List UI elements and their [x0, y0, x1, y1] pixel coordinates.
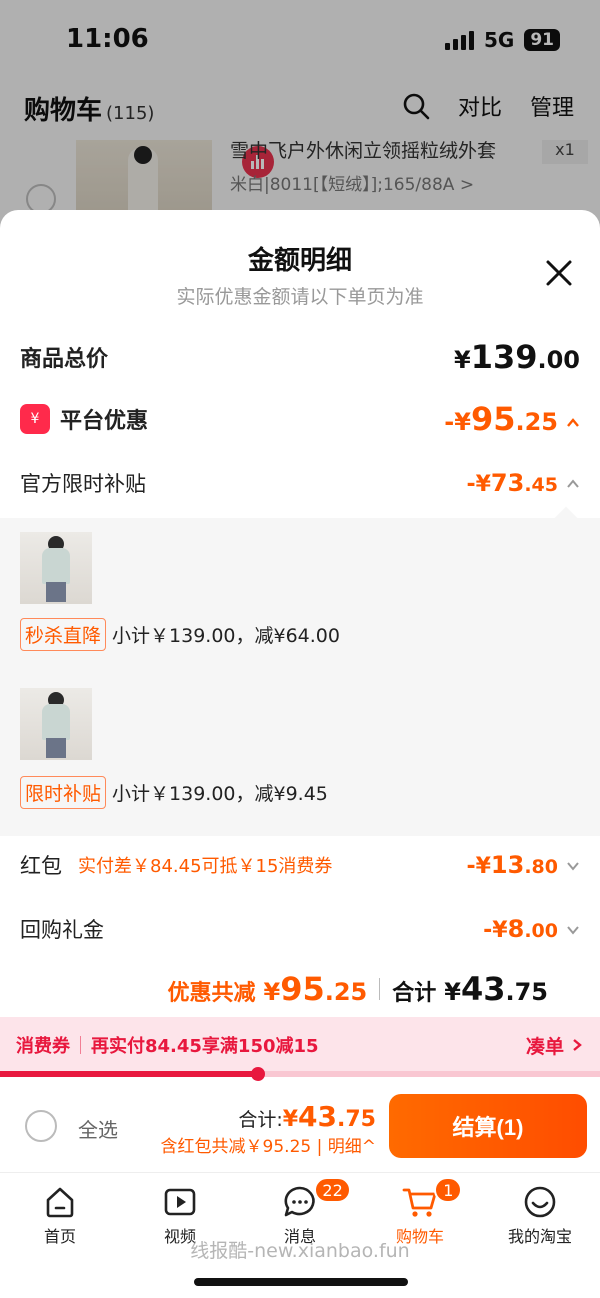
- chevron-down-icon[interactable]: [566, 859, 580, 873]
- item-subtotal: 小计￥139.00，减¥9.45: [112, 783, 328, 805]
- item-model-body: [42, 704, 70, 740]
- coupon-progress-fill: [0, 1071, 258, 1077]
- sheet-subtitle: 实际优惠金额请以下单页为准: [176, 286, 424, 308]
- item-tag: 限时补贴: [20, 776, 107, 809]
- select-all-label[interactable]: 全选: [78, 1114, 118, 1143]
- buyback-row[interactable]: 回购礼金 -¥8.00: [20, 914, 580, 944]
- goods-total-amount: ¥139.00: [454, 338, 580, 376]
- checkout-sum-int: 43: [298, 1100, 338, 1133]
- red-packet-amount: -¥13.80: [466, 851, 580, 879]
- platform-discount-label: 平台优惠: [60, 409, 149, 434]
- platform-prefix: -¥: [444, 408, 471, 436]
- red-packet-row[interactable]: 红包 实付差￥84.45可抵￥15消费券 -¥13.80: [20, 850, 580, 880]
- buyback-amount: -¥8.00: [483, 915, 580, 943]
- checkout-sum-dec: .75: [337, 1107, 376, 1132]
- checkout-sum-currency: ¥: [282, 1107, 299, 1132]
- discount-total-currency: ¥: [263, 978, 281, 1006]
- coupon-progress-dot: [251, 1067, 265, 1081]
- select-all-radio[interactable]: [25, 1110, 57, 1142]
- cart-badge: 1: [434, 1177, 463, 1203]
- red-packet-prefix: -¥: [466, 854, 491, 879]
- totals-summary: 优惠共减 ¥ 95 .25 合计 ¥ 43 .75: [167, 970, 548, 1008]
- checkout-button[interactable]: 结算(1): [389, 1094, 587, 1158]
- item-model-legs: [46, 738, 66, 758]
- goods-total-row: 商品总价 ¥139.00: [20, 338, 580, 376]
- item-thumbnail: [20, 532, 92, 604]
- home-icon: [46, 1187, 74, 1218]
- cart-icon: [402, 1188, 437, 1217]
- official-subsidy-amount: -¥73.45: [466, 469, 580, 497]
- chevron-down-icon[interactable]: [566, 923, 580, 937]
- coupon-info: 消费券 再实付84.45享满150减15: [16, 1032, 319, 1058]
- subsidy-detail-box: 秒杀直降 小计￥139.00，减¥64.00 限时补贴 小计￥139.00，减¥…: [0, 506, 600, 836]
- goods-total-dec: .00: [537, 346, 580, 374]
- checkout-sum-label: 合计:: [238, 1109, 283, 1131]
- item-line: 秒杀直降 小计￥139.00，减¥64.00: [20, 618, 340, 651]
- item-line: 限时补贴 小计￥139.00，减¥9.45: [20, 776, 328, 809]
- buyback-prefix: -¥: [483, 918, 508, 943]
- red-packet-note: 实付差￥84.45可抵￥15消费券: [78, 856, 333, 877]
- grand-total-currency: ¥: [444, 978, 461, 1006]
- sheet-title: 金额明细: [247, 246, 352, 276]
- red-packet-int: 13: [490, 851, 525, 879]
- checkout-discount-detail[interactable]: 含红包共减￥95.25 | 明细^: [161, 1132, 376, 1157]
- coupon-bar[interactable]: 消费券 再实付84.45享满150减15 凑单: [0, 1017, 600, 1073]
- chevron-right-icon: [573, 1039, 582, 1051]
- item-model-legs: [46, 582, 66, 602]
- item-thumbnail: [20, 688, 92, 760]
- add-items-label: 凑单: [525, 1035, 564, 1058]
- coupon-progress-track: [0, 1067, 600, 1081]
- detail-notch: [554, 506, 578, 530]
- checkout-sum: 合计: ¥ 43 .75: [238, 1100, 376, 1133]
- platform-int: 95: [470, 400, 516, 438]
- coupon-divider: [80, 1036, 81, 1054]
- platform-discount-amount: -¥95.25: [444, 400, 580, 438]
- official-subsidy-label: 官方限时补贴: [20, 472, 146, 496]
- messages-badge: 22: [314, 1177, 351, 1203]
- grand-total-label: 合计: [392, 981, 437, 1006]
- buyback-label: 回购礼金: [20, 918, 104, 942]
- official-subsidy-row[interactable]: 官方限时补贴 -¥73.45: [20, 468, 580, 498]
- coupon-text: 再实付84.45享满150减15: [91, 1036, 319, 1057]
- message-icon: [284, 1186, 315, 1217]
- grand-total-dec: .75: [505, 978, 548, 1006]
- platform-dec: .25: [515, 408, 558, 436]
- item-tag: 秒杀直降: [20, 618, 107, 651]
- platform-discount-left: ¥ 平台优惠: [20, 403, 148, 435]
- checkout-bar: 全选 合计: ¥ 43 .75 含红包共减￥95.25 | 明细^ 结算(1): [0, 1084, 600, 1170]
- chevron-up-icon[interactable]: [566, 416, 580, 430]
- close-icon[interactable]: [544, 258, 574, 288]
- item-model-body: [42, 548, 70, 584]
- coupon-label: 消费券: [16, 1036, 70, 1057]
- red-packet-label: 红包: [20, 854, 62, 878]
- red-packet-left: 红包 实付差￥84.45可抵￥15消费券: [20, 850, 332, 880]
- official-dec: .45: [524, 474, 558, 496]
- video-icon: [164, 1188, 196, 1216]
- item-subtotal: 小计￥139.00，减¥64.00: [112, 625, 340, 647]
- amount-detail-sheet: 金额明细 实际优惠金额请以下单页为准 商品总价 ¥139.00 ¥ 平台优惠 -…: [0, 210, 600, 1298]
- goods-total-int: 139: [470, 338, 538, 376]
- official-int: 73: [490, 469, 525, 497]
- official-prefix: -¥: [466, 472, 491, 497]
- total-divider: [379, 978, 381, 1000]
- goods-total-label: 商品总价: [20, 347, 109, 372]
- red-packet-dec: .80: [524, 856, 558, 878]
- grand-total-int: 43: [460, 970, 506, 1008]
- goods-total-currency: ¥: [453, 346, 471, 374]
- discount-total-label: 优惠共减: [167, 981, 256, 1006]
- buyback-int: 8: [507, 915, 525, 943]
- add-items-button[interactable]: 凑单: [526, 1032, 584, 1059]
- watermark-text: 线报酷-new.xianbao.fun: [190, 1240, 410, 1262]
- home-indicator: [194, 1278, 408, 1286]
- platform-coupon-icon: ¥: [20, 404, 50, 434]
- buyback-dec: .00: [524, 920, 558, 942]
- chevron-up-icon[interactable]: [566, 477, 580, 491]
- profile-icon: [524, 1186, 556, 1218]
- platform-discount-row[interactable]: ¥ 平台优惠 -¥95.25: [20, 400, 580, 438]
- discount-total-dec: .25: [324, 978, 368, 1006]
- discount-total-int: 95: [280, 970, 325, 1008]
